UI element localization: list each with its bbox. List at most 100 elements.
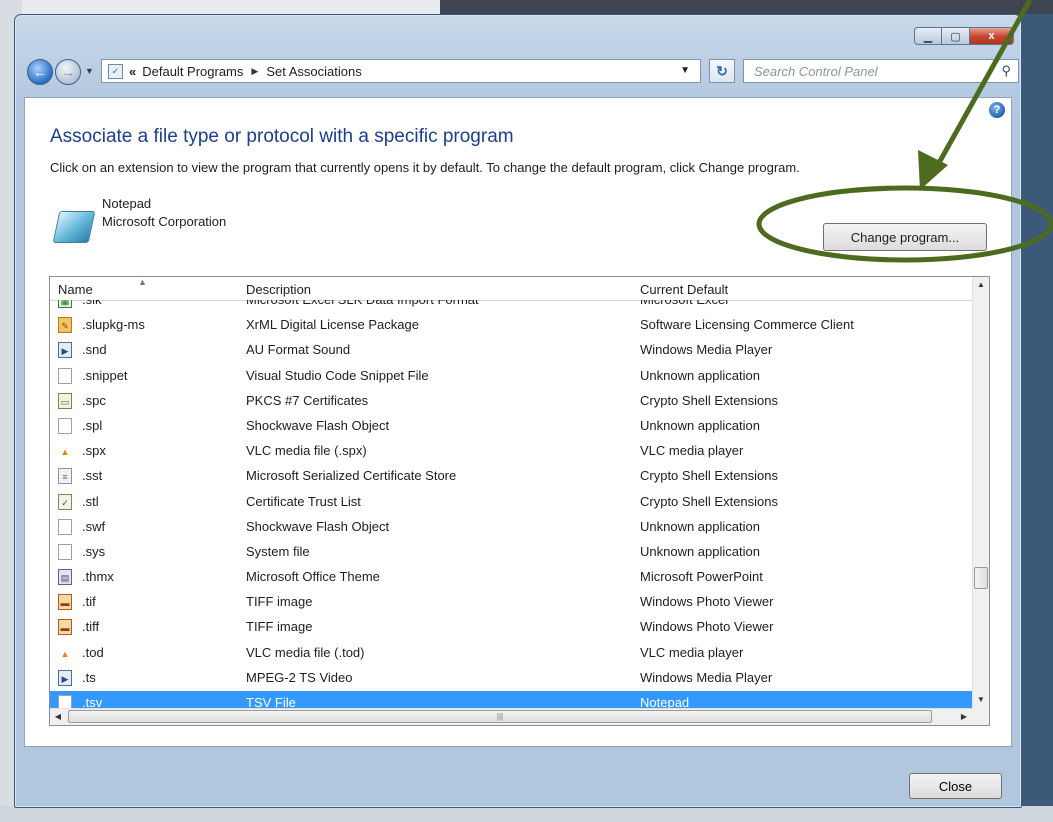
table-cell-extension: .tiff [82, 619, 100, 635]
cert-store-icon: ≡ [58, 468, 72, 485]
blank-file-icon [58, 367, 72, 384]
search-box[interactable]: ⚲ [743, 59, 1019, 83]
table-row[interactable]: .sys System file Unknown application [50, 540, 972, 565]
table-cell-description: VLC media file (.tod) [246, 644, 365, 660]
control-panel-icon: ✓ [108, 63, 123, 79]
set-associations-window: ▁ ▢ x ← → ▼ ✓ « Default Programs ▶ Set A… [14, 14, 1022, 808]
table-cell-current-default: Notepad [640, 695, 690, 708]
search-input[interactable] [752, 62, 986, 80]
trust-list-icon: ✓ [58, 493, 72, 510]
table-row[interactable]: .snippet Visual Studio Code Snippet File U… [50, 364, 972, 389]
breadcrumb-overflow-icon[interactable]: « [129, 64, 136, 79]
column-header-current-default[interactable]: Current Default [640, 282, 728, 297]
excel-icon: ▦ [58, 300, 72, 308]
navigation-bar: ← → ▼ ✓ « Default Programs ▶ Set Associa… [25, 57, 1019, 87]
window-controls: ▁ ▢ x [914, 27, 1014, 45]
table-cell-extension: .tif [82, 594, 96, 610]
column-header-name[interactable]: Name [58, 282, 93, 297]
column-header-description[interactable]: Description [246, 282, 311, 297]
page-description: Click on an extension to view the progra… [50, 160, 800, 175]
background-window-strip [0, 0, 440, 15]
table-row-selected[interactable]: .tsv TSV File Notepad [50, 691, 972, 708]
table-cell-extension: .slupkg-ms [82, 317, 145, 333]
table-row[interactable]: ✓ .stl Certificate Trust List Crypto Shell … [50, 490, 972, 515]
table-cell-current-default: Unknown application [640, 543, 760, 559]
breadcrumb-set-associations[interactable]: Set Associations [266, 64, 361, 79]
table-row[interactable]: ▬ .tiff TIFF image Windows Photo Viewer [50, 615, 972, 640]
table-cell-extension: .tsv [82, 695, 103, 708]
table-cell-description: TIFF image [246, 619, 313, 635]
vertical-scroll-thumb[interactable] [974, 567, 988, 589]
table-row[interactable]: ✎ .slupkg-ms XrML Digital License Package S… [50, 313, 972, 338]
list-header: Name ▲ Description Current Default [50, 277, 972, 301]
table-row[interactable]: ≡ .sst Microsoft Serialized Certificate St… [50, 464, 972, 489]
maximize-icon[interactable]: ▢ [942, 27, 970, 45]
table-row[interactable]: ▶ .ts MPEG-2 TS Video Windows Media Player [50, 666, 972, 691]
blank-file-icon [58, 518, 72, 535]
table-cell-extension: .spx [82, 443, 106, 459]
table-cell-description: Microsoft Excel SLK Data Import Format [246, 300, 479, 307]
table-cell-extension: .stl [82, 493, 99, 509]
notepad-icon [52, 211, 96, 243]
table-cell-current-default: Windows Photo Viewer [640, 619, 774, 635]
back-arrow-icon[interactable]: ← [27, 59, 53, 85]
program-company: Microsoft Corporation [102, 214, 227, 229]
change-program-button[interactable]: Change program... [823, 223, 987, 251]
minimize-icon[interactable]: ▁ [914, 27, 942, 45]
table-row[interactable]: .spl Shockwave Flash Object Unknown applic… [50, 414, 972, 439]
scroll-down-icon[interactable]: ▼ [973, 692, 989, 708]
background-bottom-strip [0, 806, 1053, 822]
table-cell-extension: .swf [82, 518, 106, 534]
image-icon: ▬ [58, 619, 72, 636]
scroll-left-icon[interactable]: ◀ [50, 709, 66, 725]
page-title: Associate a file type or protocol with a… [50, 126, 514, 147]
breadcrumb-separator-icon[interactable]: ▶ [251, 66, 258, 77]
table-cell-description: Shockwave Flash Object [246, 417, 390, 433]
recent-pages-dropdown-icon[interactable]: ▼ [85, 66, 94, 76]
table-row[interactable]: ▦ .slk Microsoft Excel SLK Data Import For… [50, 300, 972, 313]
table-cell-description: System file [246, 543, 310, 559]
table-cell-current-default: Unknown application [640, 417, 760, 433]
program-name: Notepad [102, 196, 152, 211]
table-row[interactable]: ▲ .tod VLC media file (.tod) VLC media play… [50, 641, 972, 666]
table-cell-extension: .tod [82, 644, 104, 660]
table-row[interactable]: ▤ .thmx Microsoft Office Theme Microsoft Po… [50, 565, 972, 590]
table-cell-current-default: Windows Media Player [640, 342, 773, 358]
table-cell-extension: .slk [82, 300, 102, 307]
help-icon[interactable]: ? [989, 102, 1005, 118]
table-cell-extension: .ts [82, 669, 96, 685]
footer-bar: Close [24, 755, 1012, 801]
scroll-right-icon[interactable]: ▶ [956, 709, 972, 725]
horizontal-scroll-thumb[interactable]: ||| [68, 710, 932, 723]
scroll-up-icon[interactable]: ▲ [973, 277, 989, 293]
table-cell-description: XrML Digital License Package [246, 317, 419, 333]
table-row[interactable]: ▲ .spx VLC media file (.spx) VLC media play… [50, 439, 972, 464]
sort-ascending-icon: ▲ [138, 277, 147, 287]
table-row[interactable]: ▬ .tif TIFF image Windows Photo Viewer [50, 590, 972, 615]
address-bar[interactable]: ✓ « Default Programs ▶ Set Associations … [101, 59, 701, 83]
refresh-icon[interactable]: ↻ [709, 59, 735, 83]
table-cell-extension: .snippet [82, 367, 128, 383]
table-cell-description: Visual Studio Code Snippet File [246, 367, 429, 383]
table-cell-current-default: Unknown application [640, 367, 760, 383]
vertical-scrollbar[interactable]: ▲ ▼ [972, 277, 989, 708]
close-icon[interactable]: x [970, 27, 1014, 45]
close-button[interactable]: Close [909, 773, 1002, 799]
table-cell-description: VLC media file (.spx) [246, 443, 367, 459]
forward-arrow-icon[interactable]: → [55, 59, 81, 85]
table-cell-description: AU Format Sound [246, 342, 351, 358]
table-cell-description: Microsoft Serialized Certificate Store [246, 468, 457, 484]
blank-file-icon [58, 543, 72, 560]
table-row[interactable]: ▭ .spc PKCS #7 Certificates Crypto Shell Ex… [50, 389, 972, 414]
table-row[interactable]: ▶ .snd AU Format Sound Windows Media Player [50, 338, 972, 363]
breadcrumb-default-programs[interactable]: Default Programs [142, 64, 243, 79]
table-row[interactable]: .swf Shockwave Flash Object Unknown applic… [50, 515, 972, 540]
media-icon: ▶ [58, 342, 72, 359]
search-icon[interactable]: ⚲ [1001, 63, 1011, 79]
file-type-list[interactable]: Name ▲ Description Current Default ▦ .slk… [49, 276, 990, 726]
horizontal-scrollbar[interactable]: ◀ ||| ▶ [50, 708, 972, 725]
table-cell-description: TIFF image [246, 594, 313, 610]
address-dropdown-icon[interactable]: ▼ [680, 65, 690, 76]
background-dark-strip [440, 0, 1053, 14]
table-cell-extension: .spl [82, 417, 103, 433]
